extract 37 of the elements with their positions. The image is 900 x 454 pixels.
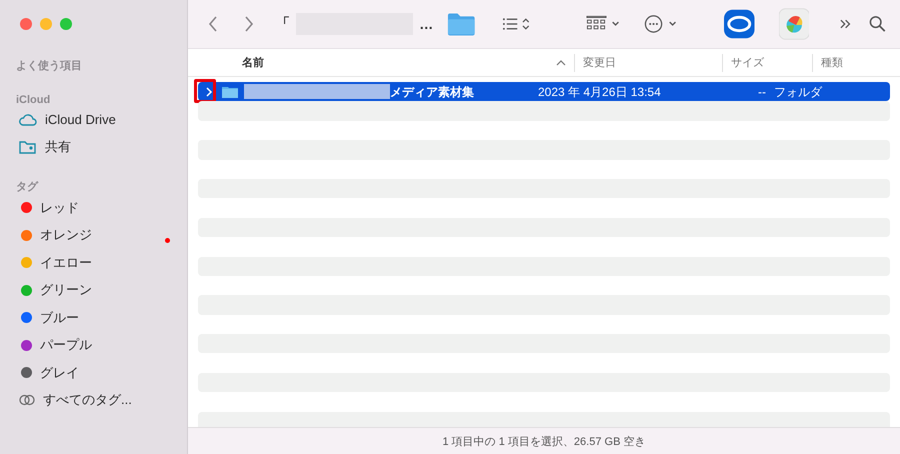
sidebar-item[interactable]: グリーン [16, 276, 187, 304]
tags-icon [19, 394, 35, 406]
sidebar-heading: よく使う項目 [16, 59, 83, 73]
sort-caret-icon [556, 60, 566, 66]
column-header[interactable]: 種類 [812, 54, 900, 72]
sidebar-item[interactable]: 共有 [16, 134, 187, 161]
column-header[interactable]: 名前 [234, 54, 574, 72]
size-cell-text: -- [758, 84, 767, 100]
cloud-icon [19, 114, 37, 126]
column-header[interactable]: 変更日 [574, 54, 722, 72]
sidebar-heading: タグ [16, 180, 40, 194]
sidebar-item[interactable]: パープル [16, 332, 187, 359]
search-icon[interactable] [868, 15, 886, 33]
sidebar-item[interactable]: iCloud Drive [16, 106, 187, 134]
overflow-icon[interactable] [839, 17, 853, 31]
column-header[interactable]: サイズ [722, 54, 812, 72]
shared-folder-icon [19, 140, 37, 154]
file-name: メディア素材集 [390, 84, 474, 100]
sidebar-item[interactable]: レッド [16, 194, 187, 222]
sidebar-item[interactable]: すべてのタグ... [16, 386, 187, 414]
forward-icon[interactable] [244, 16, 254, 32]
marker-dot [165, 238, 170, 243]
back-icon[interactable] [208, 16, 218, 32]
paint-app-icon[interactable] [778, 8, 810, 40]
folder-icon [447, 12, 476, 36]
window-title: 「 [276, 15, 290, 33]
sidebar-item[interactable]: グレイ [16, 359, 187, 386]
window-title: … [419, 16, 434, 32]
sidebar-item[interactable]: イエロー [16, 249, 187, 276]
app-icon[interactable] [724, 9, 755, 39]
sidebar-item[interactable]: ブルー [16, 304, 187, 332]
sidebar-heading: iCloud [16, 93, 52, 106]
date-cell: 2023 年 4月26日 13:54 [538, 84, 661, 100]
kind-cell: フォルダ [774, 84, 822, 100]
sidebar-item[interactable]: オレンジ [16, 222, 187, 249]
folder-icon [222, 86, 238, 98]
status-text: 1 項目中の 1 項目を選択、26.57 GB 空き [188, 427, 900, 454]
